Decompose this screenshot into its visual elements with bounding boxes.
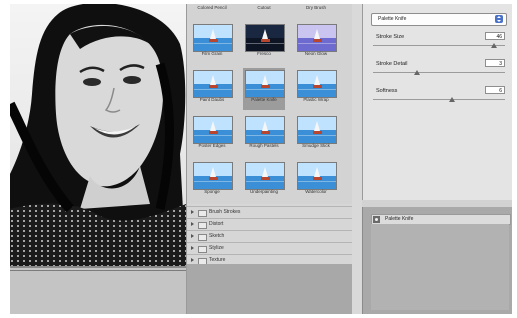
disclosure-triangle-icon — [191, 246, 194, 250]
filter-gallery-window: Colored Pencil Cutout Dry Brush Film Gra… — [10, 4, 512, 314]
filter-thumbnails-panel: Colored Pencil Cutout Dry Brush Film Gra… — [186, 4, 354, 314]
filter-category-list: Brush Strokes Distort Sketch Stylize Tex — [187, 206, 353, 266]
disclosure-triangle-icon — [191, 258, 194, 262]
category-label: Brush Strokes — [209, 209, 241, 215]
filter-thumbnail-label: Rough Pastels — [249, 143, 279, 148]
gallery-empty-area — [187, 264, 353, 314]
thumb-label-colored-pencil: Colored Pencil — [197, 5, 227, 10]
filter-thumbnail[interactable]: Poster Edges — [191, 114, 233, 156]
thumbnail-image — [245, 24, 285, 52]
category-label: Stylize — [209, 245, 224, 251]
thumbnail-image — [297, 162, 337, 190]
panel-gap — [352, 4, 362, 314]
param-value-input[interactable]: 3 — [485, 59, 505, 67]
thumbnail-image — [193, 116, 233, 144]
disclosure-triangle-icon — [191, 222, 194, 226]
filter-thumbnail[interactable]: Rough Pastels — [243, 114, 285, 156]
thumbnail-image — [297, 116, 337, 144]
param-stroke-size: Stroke Size 46 — [373, 32, 505, 54]
slider-handle[interactable] — [491, 43, 498, 48]
filter-select-value: Palette Knife — [378, 16, 407, 22]
filter-thumbnail[interactable]: Paint Daubs — [191, 68, 233, 110]
eye-icon[interactable] — [373, 216, 380, 223]
category-sketch[interactable]: Sketch — [187, 230, 353, 242]
filter-thumbnail-label: Neon Glow — [304, 51, 328, 56]
thumb-label-dry-brush: Dry Brush — [305, 5, 326, 10]
param-label: Stroke Detail — [376, 61, 408, 67]
filter-thumbnail[interactable]: Smudge Stick — [295, 114, 337, 156]
slider-track[interactable] — [373, 45, 505, 46]
filter-thumbnail-label: Underpainting — [249, 189, 279, 194]
filter-thumbnail-label: Watercolor — [305, 189, 327, 194]
filter-thumbnail[interactable]: Palette Knife — [243, 68, 285, 110]
category-label: Distort — [209, 221, 224, 227]
category-brush-strokes[interactable]: Brush Strokes — [187, 206, 353, 218]
select-arrows-icon — [495, 15, 503, 23]
thumbnail-image — [297, 70, 337, 98]
slider-handle[interactable] — [413, 70, 420, 75]
filter-thumbnail-label: Plastic Wrap — [303, 97, 329, 102]
param-label: Stroke Size — [376, 34, 405, 40]
thumbnail-image — [297, 24, 337, 52]
effect-layers-list — [371, 224, 509, 310]
filter-thumbnail-label: Sponge — [204, 189, 220, 194]
thumb-label-cutout: Cutout — [257, 5, 271, 10]
preview-status-area — [10, 266, 186, 314]
filter-thumbnail-label: Fresco — [257, 51, 271, 56]
param-value-input[interactable]: 46 — [485, 32, 505, 40]
panel-separator — [362, 200, 512, 207]
effect-layer-label: Palette Knife — [385, 216, 414, 222]
image-preview[interactable] — [10, 4, 186, 266]
param-label: Softness — [376, 88, 398, 94]
folder-icon — [198, 234, 207, 241]
thumbnail-image — [193, 70, 233, 98]
category-stylize[interactable]: Stylize — [187, 242, 353, 254]
filter-thumbnail[interactable]: Watercolor — [295, 160, 337, 202]
thumbnail-grid: Colored Pencil Cutout Dry Brush Film Gra… — [187, 4, 353, 204]
category-distort[interactable]: Distort — [187, 218, 353, 230]
filter-thumbnail[interactable]: Underpainting — [243, 160, 285, 202]
thumbnail-image — [193, 162, 233, 190]
param-value-input[interactable]: 6 — [485, 86, 505, 94]
filter-thumbnail-label: Poster Edges — [198, 143, 226, 148]
disclosure-triangle-icon — [191, 210, 194, 214]
category-label: Sketch — [209, 233, 225, 239]
filter-thumbnail[interactable]: Sponge — [191, 160, 233, 202]
slider-handle[interactable] — [449, 97, 456, 102]
filter-select[interactable]: Palette Knife — [371, 13, 507, 26]
thumbnail-image — [245, 70, 285, 98]
folder-icon — [198, 210, 207, 217]
disclosure-triangle-icon — [191, 234, 194, 238]
filter-thumbnail-label: Film Grain — [201, 51, 223, 56]
filter-thumbnail[interactable]: Film Grain — [191, 22, 233, 64]
category-label: Texture — [209, 257, 226, 263]
folder-icon — [198, 222, 207, 229]
thumbnail-image — [245, 116, 285, 144]
effect-layers-panel: Palette Knife — [362, 207, 512, 314]
thumbnail-image — [193, 24, 233, 52]
thumbnail-image — [245, 162, 285, 190]
filter-thumbnail-label: Paint Daubs — [199, 97, 225, 102]
param-softness: Softness 6 — [373, 86, 505, 108]
folder-icon — [198, 246, 207, 253]
slider-track[interactable] — [373, 99, 505, 100]
slider-track[interactable] — [373, 72, 505, 73]
filter-thumbnail-label: Smudge Stick — [302, 143, 330, 148]
filter-thumbnail[interactable]: Plastic Wrap — [295, 68, 337, 110]
filter-settings-panel: Palette Knife Stroke Size 46 Stroke Deta… — [362, 4, 512, 200]
preview-divider — [10, 270, 186, 271]
filter-thumbnail[interactable]: Fresco — [243, 22, 285, 64]
param-stroke-detail: Stroke Detail 3 — [373, 59, 505, 81]
filter-thumbnail-label: Palette Knife — [251, 97, 277, 102]
portrait-photo — [10, 4, 186, 266]
filter-thumbnail[interactable]: Neon Glow — [295, 22, 337, 64]
